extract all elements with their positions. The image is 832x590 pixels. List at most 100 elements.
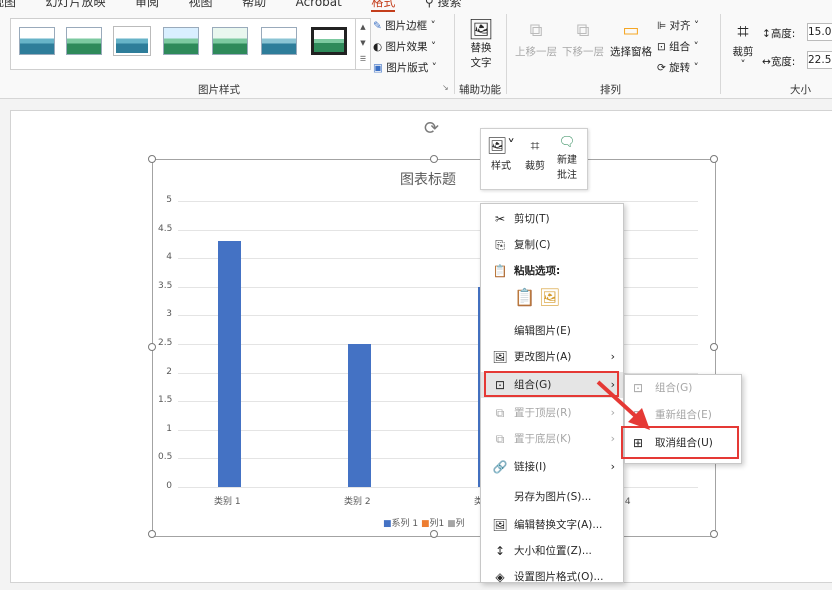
- paste-option-picture-icon[interactable]: 🖼: [539, 288, 561, 308]
- alt-text-label-1: 替换: [470, 42, 492, 54]
- tab-view-2[interactable]: 视图: [189, 0, 213, 10]
- menu-item-save-as-picture[interactable]: 另存为图片(S)...: [481, 484, 623, 510]
- style-thumb-1[interactable]: [19, 27, 55, 55]
- send-backward-button[interactable]: ⧉ 下移一层: [561, 18, 605, 59]
- crop-icon: ⌗: [737, 19, 749, 43]
- tab-format[interactable]: 格式: [371, 0, 396, 12]
- picture-effects-button[interactable]: ◐ 图片效果 ˅: [373, 39, 436, 54]
- chevron-right-icon: ›: [610, 460, 615, 473]
- picture-style-gallery[interactable]: [10, 18, 370, 70]
- menu-item-copy[interactable]: ⎘ 复制(C): [481, 232, 623, 258]
- menu-item-link[interactable]: 🔗 链接(I) ›: [481, 454, 623, 480]
- menu-item-cut[interactable]: ✂ 剪切(T): [481, 206, 623, 232]
- crop-button[interactable]: ⌗ 裁剪 ˅: [728, 18, 758, 71]
- menu-item-edit-alt-text[interactable]: 🖼 编辑替换文字(A)...: [481, 512, 623, 538]
- menu-item-change-picture[interactable]: 🖼 更改图片(A) ›: [481, 344, 623, 370]
- resize-handle[interactable]: [430, 155, 438, 163]
- resize-handle[interactable]: [710, 343, 718, 351]
- group-label: 组合: [669, 41, 691, 53]
- tab-slideshow[interactable]: 幻灯片放映: [46, 0, 106, 10]
- width-label: 宽度:: [770, 56, 796, 68]
- y-tick-label: 2: [166, 366, 172, 377]
- y-tick-label: 4: [166, 252, 172, 263]
- resize-handle[interactable]: [430, 530, 438, 538]
- gallery-more-icon[interactable]: ☰: [356, 51, 370, 67]
- copy-icon: ⎘: [495, 238, 505, 252]
- y-tick-label: 0.5: [158, 452, 173, 463]
- dialog-launcher-icon[interactable]: ↘: [442, 83, 449, 92]
- style-thumb-4[interactable]: [163, 27, 199, 55]
- selection-pane-button[interactable]: ▭ 选择窗格: [609, 18, 653, 59]
- height-label: 高度:: [770, 28, 796, 40]
- style-button[interactable]: 🖼˅ 样式: [485, 135, 517, 172]
- menu-item-label: 编辑图片(E): [514, 325, 571, 337]
- style-thumb-7[interactable]: [311, 27, 347, 55]
- resize-handle[interactable]: [710, 155, 718, 163]
- gridline: [178, 201, 698, 202]
- resize-handle[interactable]: [148, 530, 156, 538]
- chart-legend[interactable]: ■系列 1 ■列1 ■列: [383, 516, 465, 529]
- new-comment-button[interactable]: 🗨 新建 批注: [551, 135, 583, 181]
- resize-handle[interactable]: [710, 530, 718, 538]
- tab-acrobat[interactable]: Acrobat: [296, 0, 342, 9]
- y-tick-label: 3.5: [158, 280, 173, 291]
- bring-forward-button[interactable]: ⧉ 上移一层: [514, 18, 558, 59]
- resize-handle[interactable]: [148, 155, 156, 163]
- gallery-scroll[interactable]: ▲ ▼ ☰: [355, 18, 371, 70]
- menu-item-edit-picture[interactable]: 编辑图片(E): [481, 318, 623, 344]
- width-icon: ↔: [762, 56, 771, 68]
- style-thumb-5[interactable]: [212, 27, 248, 55]
- link-icon: 🔗: [492, 460, 508, 474]
- rotate-handle-icon[interactable]: ⟳: [424, 118, 439, 139]
- height-input[interactable]: 15.0: [807, 23, 832, 41]
- style-label: 样式: [491, 161, 511, 172]
- search-box[interactable]: ⚲ 搜索: [425, 0, 462, 10]
- paste-option-keep-source-icon[interactable]: 📋: [514, 288, 535, 308]
- style-icon: 🖼˅: [486, 136, 516, 155]
- style-thumb-6[interactable]: [261, 27, 297, 55]
- gallery-up-icon[interactable]: ▲: [356, 19, 370, 35]
- chart-bar[interactable]: [348, 344, 371, 487]
- tab-review[interactable]: 审阅: [135, 0, 159, 10]
- picture-border-label: 图片边框: [385, 20, 428, 32]
- menu-item-label: 置于顶层(R): [514, 407, 572, 419]
- picture-layout-button[interactable]: ▣ 图片版式 ˅: [373, 60, 437, 75]
- picture-effects-icon: ◐: [373, 41, 383, 53]
- legend-swatch: ■: [383, 519, 392, 529]
- picture-border-button[interactable]: ✎ 图片边框 ˅: [373, 18, 436, 33]
- rotate-button[interactable]: ⟳ 旋转 ˅: [657, 60, 699, 75]
- ribbon-tabs: 视图 幻灯片放映 审阅 视图 帮助 Acrobat 格式 ⚲ 搜索: [0, 0, 488, 12]
- new-comment-label-2: 批注: [557, 170, 577, 181]
- gallery-down-icon[interactable]: ▼: [356, 35, 370, 51]
- x-tick-label: 类别 2: [344, 497, 371, 507]
- tab-view[interactable]: 视图: [0, 0, 16, 10]
- menu-item-label: 链接(I): [514, 461, 547, 473]
- resize-handle[interactable]: [148, 343, 156, 351]
- chart-bar[interactable]: [218, 241, 241, 487]
- mini-crop-button[interactable]: ⌗ 裁剪: [519, 135, 551, 172]
- paste-icon: 📋: [492, 264, 508, 278]
- menu-item-size-position[interactable]: ↕ 大小和位置(Z)...: [481, 538, 623, 564]
- style-thumb-2[interactable]: [66, 27, 102, 55]
- picture-border-icon: ✎: [373, 20, 382, 32]
- crop-chevron-icon: ˅: [740, 59, 746, 71]
- style-thumb-3[interactable]: [113, 26, 151, 56]
- alt-text-button[interactable]: 🖼 替换 文字: [463, 18, 499, 70]
- y-tick-label: 5: [166, 195, 172, 205]
- width-input[interactable]: 22.5: [807, 51, 832, 69]
- chart-title[interactable]: 图表标题: [400, 169, 456, 189]
- menu-item-paste-options: 📋 粘贴选项:: [481, 258, 623, 284]
- bring-to-front-icon: ⧉: [495, 406, 505, 420]
- x-tick-label: 类别 1: [214, 497, 241, 507]
- y-tick-label: 3: [166, 309, 172, 320]
- chevron-right-icon: ›: [610, 350, 615, 363]
- divider: [506, 14, 507, 94]
- tab-help[interactable]: 帮助: [242, 0, 266, 10]
- group-button[interactable]: ⊡ 组合 ˅: [657, 39, 699, 54]
- align-button[interactable]: ⊫ 对齐 ˅: [657, 18, 699, 33]
- menu-item-format-picture[interactable]: ◈ 设置图片格式(O)...: [481, 564, 623, 590]
- arrange-group-label: 排列: [600, 84, 621, 96]
- cut-icon: ✂: [494, 212, 506, 226]
- menu-item-label: 剪切(T): [514, 213, 550, 225]
- alt-text-label-2: 文字: [470, 57, 492, 69]
